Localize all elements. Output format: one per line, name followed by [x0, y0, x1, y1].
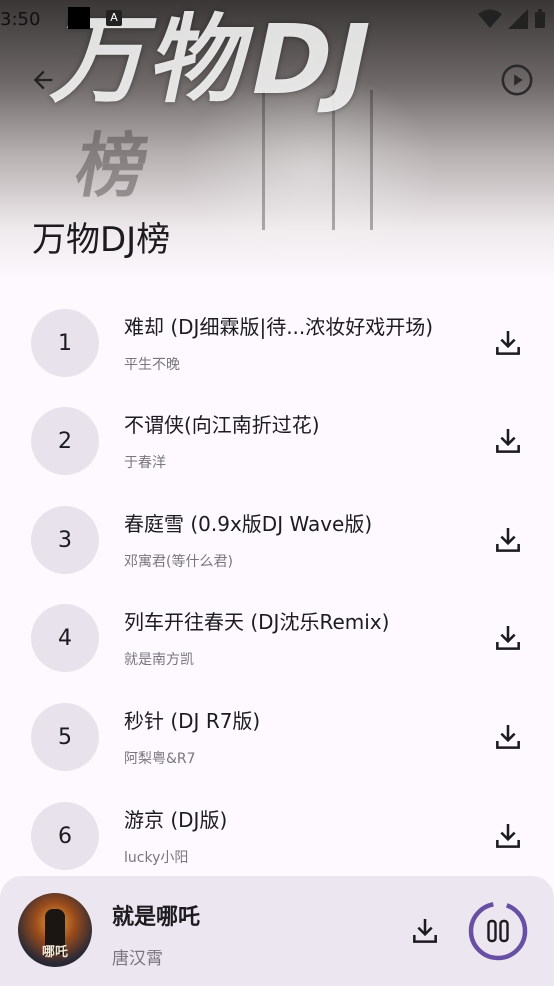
- song-title: 难却 (DJ细霖版|待...浓妆好戏开场): [124, 315, 434, 339]
- song-title: 不谓侠(向江南折过花): [124, 413, 320, 437]
- status-bar: 3:50 A: [0, 0, 554, 38]
- song-row[interactable]: 5 秒针 (DJ R7版) 阿梨粤&R7: [0, 686, 554, 784]
- now-playing-title: 就是哪吒: [112, 905, 201, 930]
- rank-badge: 1: [31, 309, 99, 377]
- system-icons: [478, 9, 546, 29]
- album-art: 哪吒: [18, 893, 92, 967]
- arrow-left-icon: [33, 70, 53, 90]
- mini-player[interactable]: 哪吒 就是哪吒 唐汉霄: [0, 876, 554, 986]
- song-row[interactable]: 4 列车开往春天 (DJ沈乐Remix) 就是南方凯: [0, 587, 554, 685]
- play-all-button[interactable]: [495, 58, 539, 102]
- song-title: 秒针 (DJ R7版): [124, 709, 261, 733]
- song-artist: 就是南方凯: [124, 652, 194, 668]
- rank-badge: 4: [31, 604, 99, 672]
- song-row[interactable]: 2 不谓侠(向江南折过花) 于春洋: [0, 390, 554, 488]
- progress-track: [468, 901, 528, 961]
- pause-icon: [487, 919, 497, 943]
- album-art-text: 哪吒: [41, 945, 68, 960]
- download-icon[interactable]: [492, 622, 524, 654]
- song-row[interactable]: 6 游京 (DJ版) lucky小阳: [0, 785, 554, 883]
- song-artist: 平生不晚: [124, 357, 180, 373]
- page-title: 万物DJ榜: [32, 220, 171, 260]
- now-playing-artist: 唐汉霄: [112, 949, 163, 969]
- rank-badge: 2: [31, 407, 99, 475]
- rank-badge: 3: [31, 506, 99, 574]
- rank-badge: 5: [31, 703, 99, 771]
- notification-icon: [68, 7, 90, 29]
- download-icon[interactable]: [492, 524, 524, 556]
- artwork-decoration: [370, 90, 373, 230]
- song-row[interactable]: 3 春庭雪 (0.9x版DJ Wave版) 邓寓君(等什么君): [0, 489, 554, 587]
- pause-button[interactable]: [467, 900, 529, 962]
- song-artist: 阿梨粤&R7: [124, 751, 196, 767]
- song-title: 春庭雪 (0.9x版DJ Wave版): [124, 512, 373, 536]
- back-button[interactable]: [21, 58, 65, 102]
- download-icon[interactable]: [409, 915, 441, 947]
- signal-icon: [508, 9, 528, 29]
- song-row[interactable]: 1 难却 (DJ细霖版|待...浓妆好戏开场) 平生不晚: [0, 292, 554, 390]
- download-icon[interactable]: [492, 820, 524, 852]
- status-time: 3:50: [0, 9, 41, 30]
- song-artist: 于春洋: [124, 455, 166, 471]
- song-artist: lucky小阳: [124, 850, 189, 866]
- battery-icon: [535, 9, 545, 28]
- download-icon[interactable]: [492, 721, 524, 753]
- song-title: 游京 (DJ版): [124, 808, 228, 832]
- rank-badge: 6: [31, 802, 99, 870]
- download-icon[interactable]: [492, 425, 524, 457]
- song-title: 列车开往春天 (DJ沈乐Remix): [124, 610, 390, 634]
- play-circle-icon: [501, 64, 533, 96]
- artwork-sub-text: 榜: [69, 125, 155, 207]
- song-artist: 邓寓君(等什么君): [124, 554, 233, 570]
- wifi-icon: [478, 9, 502, 28]
- progress-remaining-gap: [468, 901, 528, 961]
- app-notification-icon: A: [106, 10, 122, 26]
- download-icon[interactable]: [492, 327, 524, 359]
- pause-icon: [499, 919, 509, 943]
